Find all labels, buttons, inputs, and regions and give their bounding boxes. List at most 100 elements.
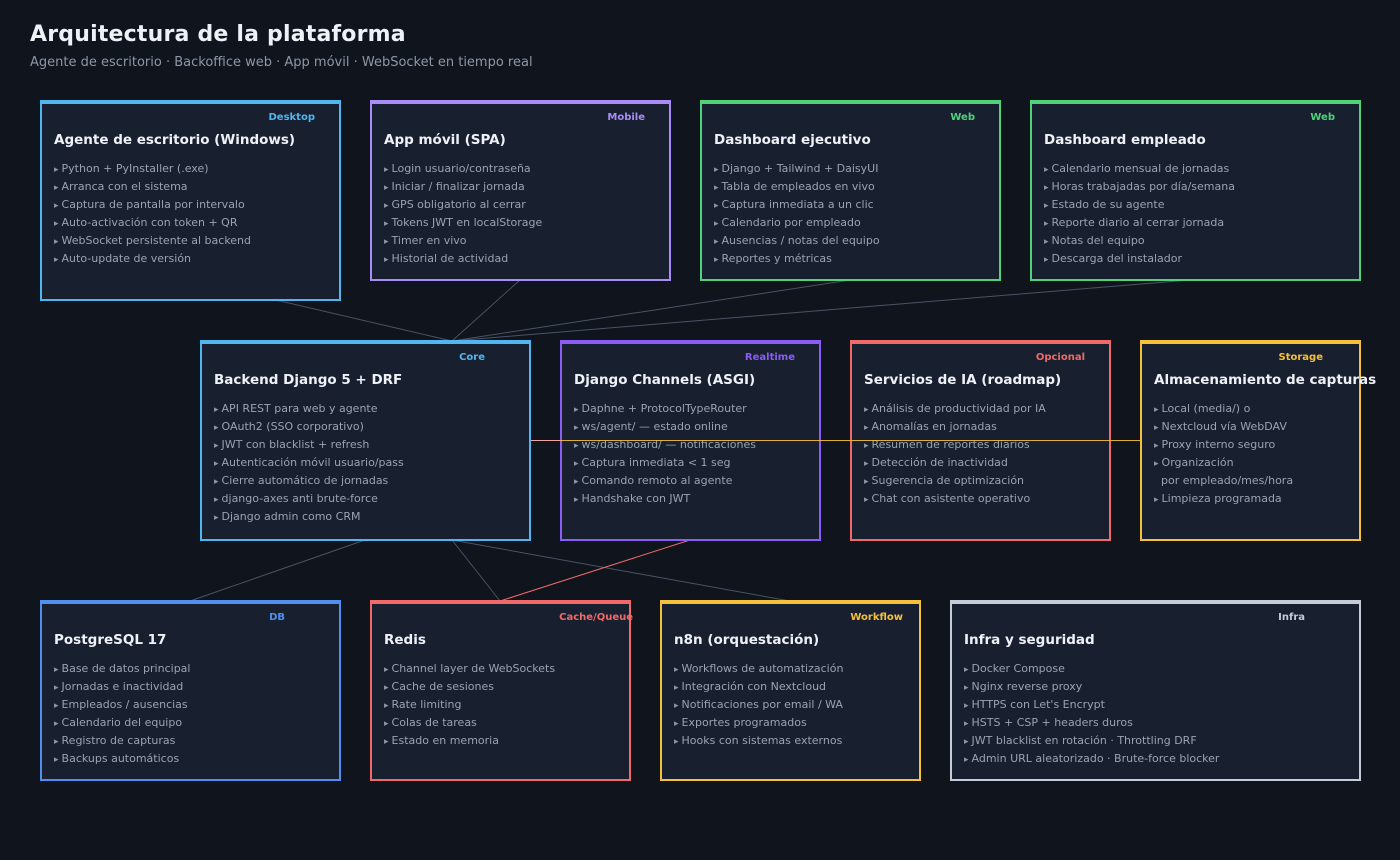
card-tag: Web: [1310, 112, 1335, 123]
bullet-icon: ▸: [674, 737, 679, 747]
bullet-icon: ▸: [964, 683, 969, 693]
list-item: ▸ ws/dashboard/ — notificaciones: [574, 438, 756, 451]
card-title: Servicios de IA (roadmap): [864, 372, 1062, 388]
list-item: ▸ Notificaciones por email / WA: [674, 698, 843, 711]
card-tag: Desktop: [268, 112, 316, 123]
list-item: por empleado/mes/hora: [1161, 474, 1294, 487]
list-item: ▸ Calendario del equipo: [54, 716, 183, 729]
list-item: ▸ JWT con blacklist + refresh: [214, 438, 370, 451]
bullet-icon: ▸: [214, 441, 219, 451]
bullet-icon: ▸: [574, 477, 579, 487]
bullet-icon: ▸: [674, 719, 679, 729]
bullet-icon: ▸: [574, 405, 579, 415]
bullet-icon: ▸: [384, 701, 389, 711]
list-item: ▸ django-axes anti brute-force: [214, 492, 378, 505]
storage-card: Storage Almacenamiento de capturas ▸ Loca…: [1140, 340, 1376, 541]
bullet-icon: ▸: [574, 459, 579, 469]
edge-backend-n8n: [451, 539, 791, 602]
bullet-icon: ▸: [964, 737, 969, 747]
list-item: ▸ Chat con asistente operativo: [864, 492, 1031, 505]
bullet-icon: ▸: [1154, 441, 1159, 451]
list-item: ▸ Anomalías en jornadas: [864, 420, 997, 433]
bullet-icon: ▸: [1044, 219, 1049, 229]
list-item: ▸ Docker Compose: [964, 662, 1065, 675]
card-list: ▸ Análisis de productividad por IA ▸ Anoma…: [864, 400, 1046, 508]
list-item: ▸ ws/agent/ — estado online: [574, 420, 728, 433]
list-item: ▸ Exportes programados: [674, 716, 807, 729]
bullet-icon: ▸: [864, 423, 869, 433]
list-item: ▸ Comando remoto al agente: [574, 474, 733, 487]
card-title: Dashboard ejecutivo: [714, 132, 871, 148]
edge-backend-redis: [451, 539, 501, 602]
bullet-icon: ▸: [54, 201, 59, 211]
bullet-icon: ▸: [1044, 255, 1049, 265]
list-item: ▸ Django + Tailwind + DaisyUI: [714, 162, 879, 175]
list-item: ▸ Tabla de empleados en vivo: [714, 180, 875, 193]
card-tag: Realtime: [744, 352, 795, 363]
list-item: ▸ Auto-activación con token + QR: [54, 216, 238, 229]
bullet-icon: ▸: [54, 237, 59, 247]
list-item: ▸ WebSocket persistente al backend: [54, 234, 252, 247]
bullet-icon: ▸: [864, 459, 869, 469]
bullet-icon: ▸: [964, 755, 969, 765]
bullet-icon: ▸: [384, 719, 389, 729]
bullet-icon: ▸: [574, 441, 579, 451]
bullet-icon: ▸: [864, 495, 869, 505]
bullet-icon: ▸: [714, 183, 719, 193]
card-tag: Infra: [1278, 612, 1305, 623]
list-item: ▸ Tokens JWT en localStorage: [384, 216, 543, 229]
edge-channels-storage: [560, 440, 1140, 441]
list-item: ▸ Colas de tareas: [384, 716, 477, 729]
list-item: ▸ Estado en memoria: [384, 734, 499, 747]
list-item: ▸ Historial de actividad: [384, 252, 509, 265]
bullet-icon: ▸: [54, 665, 59, 675]
edge-employee-backend: [451, 279, 1191, 342]
bullet-icon: ▸: [54, 737, 59, 747]
backend-core-card: Core Backend Django 5 + DRF ▸ API REST pa…: [200, 340, 531, 541]
card-list: ▸ Base de datos principal ▸ Jornadas e ina…: [54, 660, 190, 768]
bullet-icon: ▸: [384, 255, 389, 265]
card-list: ▸ Local (media/) o ▸ Nextcloud vía WebDAV …: [1154, 400, 1293, 508]
list-item: ▸ Channel layer de WebSockets: [384, 662, 556, 675]
list-item: ▸ GPS obligatorio al cerrar: [384, 198, 526, 211]
infra-security-card: Infra Infra y seguridad ▸ Docker Compose …: [950, 600, 1361, 781]
bullet-icon: ▸: [54, 719, 59, 729]
card-tag: Cache/Queue: [559, 612, 633, 623]
card-title: Infra y seguridad: [964, 632, 1095, 648]
list-item: ▸ API REST para web y agente: [214, 402, 378, 415]
list-item: ▸ Ausencias / notas del equipo: [714, 234, 880, 247]
edge-mobile-backend: [451, 279, 521, 342]
mobile-app-card: Mobile App móvil (SPA) ▸ Login usuario/co…: [370, 100, 671, 281]
list-item: ▸ HSTS + CSP + headers duros: [964, 716, 1133, 729]
list-item: ▸ Análisis de productividad por IA: [864, 402, 1046, 415]
bullet-icon: ▸: [1044, 201, 1049, 211]
card-list: ▸ Login usuario/contraseña ▸ Iniciar / fin…: [384, 160, 542, 268]
list-item: ▸ Integración con Nextcloud: [674, 680, 827, 693]
list-item: ▸ Arranca con el sistema: [54, 180, 188, 193]
list-item: ▸ Detección de inactividad: [864, 456, 1008, 469]
list-item: ▸ Registro de capturas: [54, 734, 176, 747]
list-item: ▸ Auto-update de versión: [54, 252, 192, 265]
list-item: ▸ JWT blacklist en rotación · Throttling …: [964, 734, 1197, 747]
list-item: ▸ Reportes y métricas: [714, 252, 832, 265]
list-item: ▸ Reporte diario al cerrar jornada: [1044, 216, 1225, 229]
bullet-icon: ▸: [54, 255, 59, 265]
list-item: ▸ Cierre automático de jornadas: [214, 474, 389, 487]
list-item: ▸ Descarga del instalador: [1044, 252, 1182, 265]
list-item: ▸ Horas trabajadas por día/semana: [1044, 180, 1235, 193]
list-item: ▸ Captura inmediata a un clic: [714, 198, 874, 211]
card-title: Almacenamiento de capturas: [1154, 372, 1377, 388]
bullet-icon: ▸: [384, 219, 389, 229]
bullet-icon: ▸: [384, 737, 389, 747]
page-title: Arquitectura de la plataforma: [30, 22, 406, 47]
edge-exec-backend: [451, 279, 851, 342]
card-title: Redis: [384, 632, 426, 648]
card-title: Backend Django 5 + DRF: [214, 372, 403, 388]
list-item: ▸ Nextcloud vía WebDAV: [1154, 420, 1287, 433]
bullet-icon: ▸: [1154, 459, 1159, 469]
list-item: ▸ Backups automáticos: [54, 752, 180, 765]
bullet-icon: ▸: [214, 495, 219, 505]
edge-backend-channels: [531, 440, 560, 441]
list-item: ▸ Daphne + ProtocolTypeRouter: [574, 402, 747, 415]
card-title: n8n (orquestación): [674, 632, 820, 648]
